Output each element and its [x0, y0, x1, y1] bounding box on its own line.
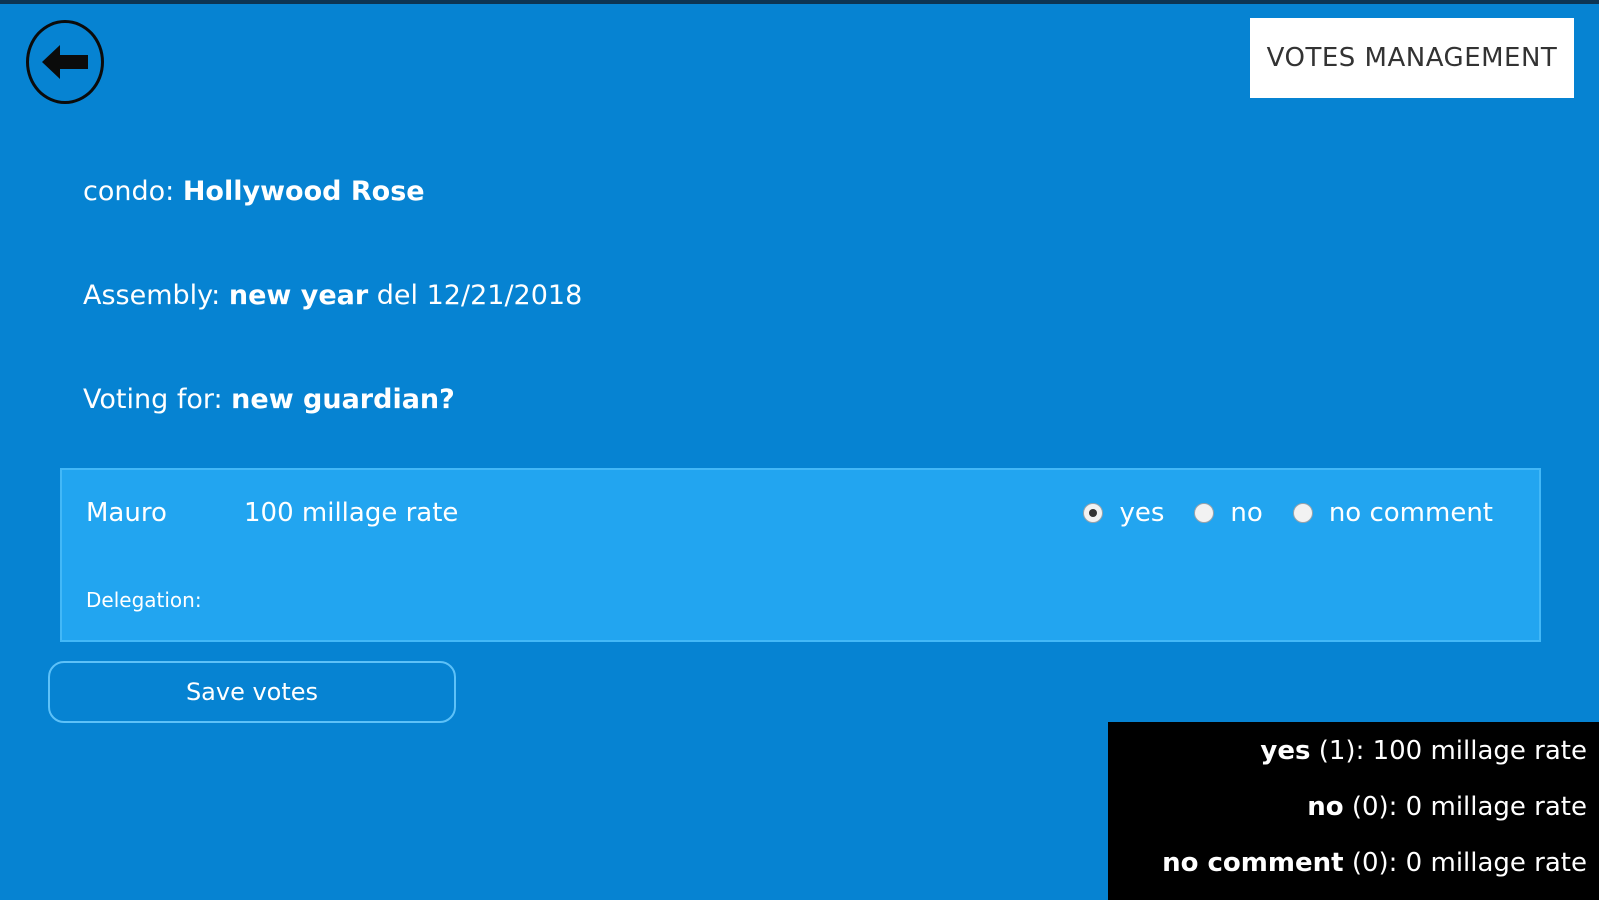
summary-no-label: no	[1307, 792, 1344, 822]
assembly-label: Assembly:	[83, 280, 221, 311]
voter-rate: 100 millage rate	[244, 498, 459, 528]
voting-value: new guardian?	[231, 384, 455, 415]
assembly-line: Assembly: new year del 12/21/2018	[83, 280, 582, 311]
summary-nc-detail: (0): 0 millage rate	[1351, 848, 1587, 878]
summary-nc-label: no comment	[1162, 848, 1344, 878]
voting-label: Voting for:	[83, 384, 223, 415]
votes-page: VOTES MANAGEMENT condo: Hollywood Rose A…	[0, 0, 1599, 900]
condo-label: condo:	[83, 176, 175, 207]
assembly-date: del 12/21/2018	[376, 280, 583, 311]
vote-summary: yes (1): 100 millage rate no (0): 0 mill…	[1108, 722, 1599, 900]
radio-no[interactable]	[1194, 503, 1215, 523]
assembly-value: new year	[228, 280, 369, 311]
option-no-label: no	[1230, 498, 1263, 528]
summary-no-detail: (0): 0 millage rate	[1351, 792, 1587, 822]
condo-line: condo: Hollywood Rose	[83, 176, 425, 207]
save-votes-button[interactable]: Save votes	[48, 661, 456, 723]
condo-value: Hollywood Rose	[182, 176, 425, 207]
back-button[interactable]	[26, 20, 104, 104]
option-no-comment-label: no comment	[1328, 498, 1493, 528]
option-yes[interactable]: yes	[1083, 498, 1164, 528]
summary-no-comment: no comment (0): 0 millage rate	[1162, 848, 1587, 878]
option-no[interactable]: no	[1194, 498, 1263, 528]
summary-no: no (0): 0 millage rate	[1307, 792, 1587, 822]
arrow-left-icon	[42, 45, 88, 79]
delegation-label: Delegation:	[86, 588, 202, 612]
vote-options: yes no no comment	[1053, 498, 1493, 528]
radio-no-comment[interactable]	[1292, 503, 1313, 523]
voter-name: Mauro	[86, 498, 167, 528]
summary-yes-label: yes	[1260, 736, 1311, 766]
summary-yes: yes (1): 100 millage rate	[1260, 736, 1587, 766]
option-no-comment[interactable]: no comment	[1292, 498, 1493, 528]
summary-yes-detail: (1): 100 millage rate	[1318, 736, 1587, 766]
votes-management-button[interactable]: VOTES MANAGEMENT	[1250, 18, 1574, 98]
option-yes-label: yes	[1119, 498, 1165, 528]
voting-line: Voting for: new guardian?	[83, 384, 455, 415]
vote-row: Mauro 100 millage rate yes no no comment…	[60, 468, 1541, 642]
radio-yes[interactable]	[1083, 503, 1104, 523]
